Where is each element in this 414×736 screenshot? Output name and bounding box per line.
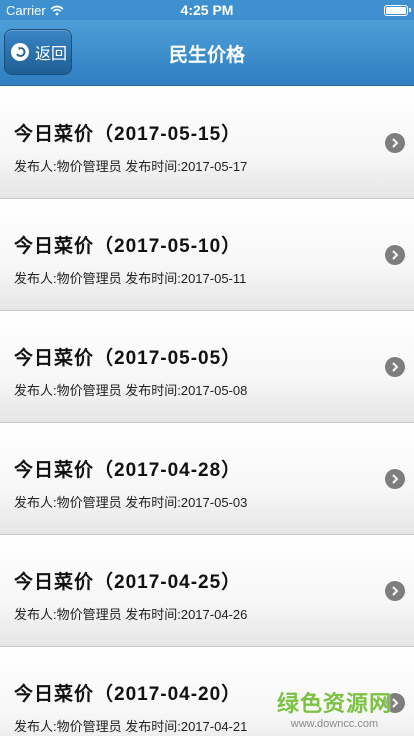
watermark-text: 绿色资源网 [276,691,392,716]
chevron-right-icon [385,581,405,601]
list-item[interactable]: 今日菜价（2017-04-28） 发布人:物价管理员 发布时间:2017-05-… [0,423,414,535]
status-bar: Carrier 4:25 PM [0,0,414,20]
status-left: Carrier [6,3,126,18]
chevron-right-icon [385,245,405,265]
back-label: 返回 [35,46,68,63]
price-list: 今日菜价（2017-05-15） 发布人:物价管理员 发布时间:2017-05-… [0,87,414,736]
chevron-right-icon [385,469,405,489]
battery-icon [384,4,411,16]
wifi-icon [50,5,64,16]
watermark-url: www.downcc.com [290,718,379,730]
item-meta: 发布人:物价管理员 发布时间:2017-05-08 [14,383,248,398]
list-item[interactable]: 今日菜价（2017-04-25） 发布人:物价管理员 发布时间:2017-04-… [0,535,414,647]
chevron-right-icon [385,133,405,153]
list-item[interactable]: 今日菜价（2017-05-15） 发布人:物价管理员 发布时间:2017-05-… [0,87,414,199]
item-title: 今日菜价（2017-05-10） [14,236,242,257]
item-meta: 发布人:物价管理员 发布时间:2017-04-21 [14,719,248,734]
item-title: 今日菜价（2017-04-20） [14,684,242,705]
carrier-label: Carrier [6,2,46,18]
status-time: 4:25 PM [180,2,234,18]
item-title: 今日菜价（2017-05-05） [14,348,242,369]
item-meta: 发布人:物价管理员 发布时间:2017-05-03 [14,495,248,510]
item-meta: 发布人:物价管理员 发布时间:2017-04-26 [14,607,248,622]
list-item[interactable]: 今日菜价（2017-05-10） 发布人:物价管理员 发布时间:2017-05-… [0,199,414,311]
item-title: 今日菜价（2017-04-28） [14,460,242,481]
item-meta: 发布人:物价管理员 发布时间:2017-05-17 [14,159,248,174]
status-right [288,4,411,16]
item-meta: 发布人:物价管理员 发布时间:2017-05-11 [14,271,247,286]
back-button[interactable]: 返回 [4,29,72,75]
list-item[interactable]: 今日菜价（2017-05-05） 发布人:物价管理员 发布时间:2017-05-… [0,311,414,423]
watermark: 绿色资源网 www.downcc.com [277,686,392,730]
item-title: 今日菜价（2017-05-15） [14,124,242,145]
back-arrow-icon [11,43,29,61]
chevron-right-icon [385,357,405,377]
item-title: 今日菜价（2017-04-25） [14,572,242,593]
nav-bar: 民生价格 返回 [0,20,414,86]
